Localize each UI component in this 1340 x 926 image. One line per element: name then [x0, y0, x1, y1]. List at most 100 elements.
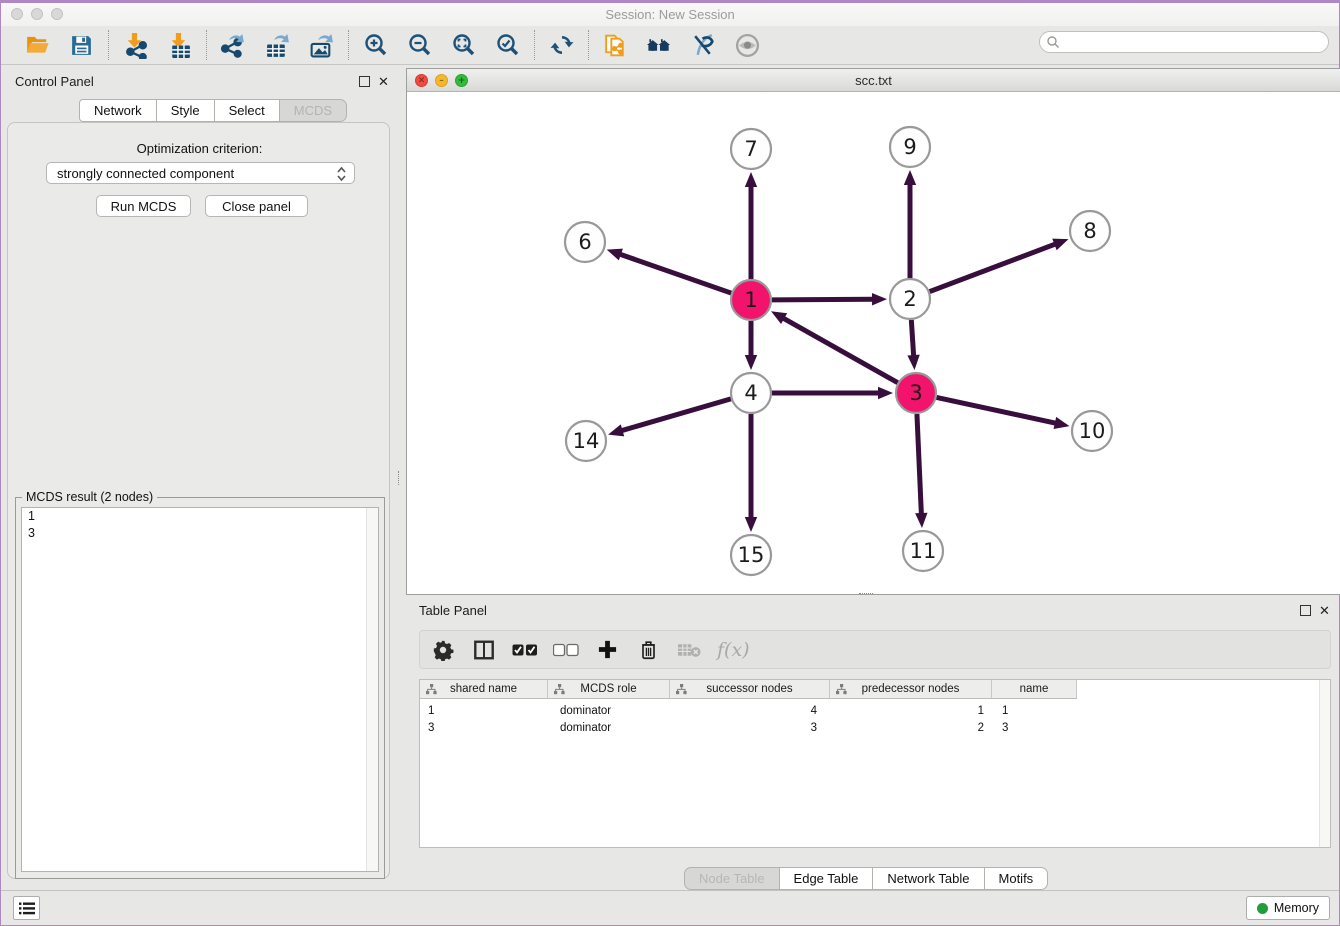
graph-edge-arrowhead	[745, 355, 757, 370]
cell-shared-name[interactable]: 3	[420, 719, 548, 736]
mcds-result-line: 1	[22, 508, 378, 525]
graph-edge-2-8[interactable]	[930, 244, 1057, 292]
save-session-icon[interactable]	[68, 32, 95, 59]
zoom-fit-icon[interactable]	[450, 32, 477, 59]
column-label: predecessor nodes	[862, 683, 960, 695]
table-panel-tabs: Node Table Edge Table Network Table Moti…	[684, 867, 1048, 890]
control-panel-float-icon[interactable]	[359, 76, 370, 87]
clone-network-icon[interactable]	[602, 32, 629, 59]
cell-successor-nodes[interactable]: 4	[670, 702, 830, 719]
add-column-icon[interactable]	[594, 637, 620, 663]
column-header-successor-nodes[interactable]: successor nodes	[670, 680, 830, 699]
memory-button[interactable]: Memory	[1246, 896, 1330, 920]
task-history-button[interactable]	[13, 896, 40, 920]
mcds-result-line: 3	[22, 525, 378, 542]
graph-edge-2-3[interactable]	[911, 320, 913, 357]
node-table: shared name MCDS role successor nodes pr…	[419, 679, 1331, 848]
graph-node-label: 7	[744, 137, 757, 161]
tab-motifs[interactable]: Motifs	[985, 867, 1049, 890]
mcds-result-title: MCDS result (2 nodes)	[22, 490, 157, 504]
column-header-shared-name[interactable]: shared name	[420, 680, 548, 699]
network-window-title: scc.txt	[407, 73, 1340, 88]
graph-edge-3-11[interactable]	[917, 414, 921, 515]
zoom-out-icon[interactable]	[406, 32, 433, 59]
close-panel-button[interactable]: Close panel	[205, 195, 308, 217]
graph-edge-arrowhead	[904, 170, 916, 185]
graph-edge-arrowhead	[872, 293, 887, 305]
control-panel-close-icon[interactable]: ✕	[378, 74, 389, 90]
table-panel-close-icon[interactable]: ✕	[1319, 603, 1330, 619]
graph-edge-arrowhead	[745, 517, 757, 532]
tree-icon	[836, 684, 847, 698]
table-panel-float-icon[interactable]	[1300, 605, 1311, 616]
vertical-splitter[interactable]	[398, 471, 401, 485]
tree-icon	[554, 684, 565, 698]
result-scrollbar[interactable]	[366, 508, 378, 871]
graph-edge-4-14[interactable]	[621, 399, 731, 431]
column-header-predecessor-nodes[interactable]: predecessor nodes	[830, 680, 992, 699]
table-settings-icon[interactable]	[430, 637, 456, 663]
tab-style[interactable]: Style	[157, 99, 215, 122]
home-networks-icon[interactable]	[646, 32, 673, 59]
cell-mcds-role[interactable]: dominator	[548, 719, 670, 736]
open-session-icon[interactable]	[24, 32, 51, 59]
zoom-selected-icon[interactable]	[494, 32, 521, 59]
column-header-mcds-role[interactable]: MCDS role	[548, 680, 670, 699]
cell-mcds-role[interactable]: dominator	[548, 702, 670, 719]
graphics-details-icon[interactable]	[690, 32, 717, 59]
graph-edge-3-1[interactable]	[782, 318, 897, 383]
tab-edge-table[interactable]: Edge Table	[780, 867, 874, 890]
column-visibility-icon[interactable]	[471, 637, 497, 663]
network-graph[interactable]: 1234678910111415	[407, 92, 1340, 594]
mcds-result-box: MCDS result (2 nodes) 1 3	[15, 497, 385, 879]
export-image-icon[interactable]	[308, 32, 335, 59]
application-window: Session: New Session	[0, 0, 1340, 926]
tab-select[interactable]: Select	[215, 99, 280, 122]
tab-network-table[interactable]: Network Table	[873, 867, 984, 890]
cell-shared-name[interactable]: 1	[420, 702, 548, 719]
optimization-criterion-select[interactable]: strongly connected component	[46, 162, 355, 184]
horizontal-splitter[interactable]	[859, 593, 873, 596]
cell-name[interactable]: 1	[992, 702, 1077, 719]
cell-name[interactable]: 3	[992, 719, 1077, 736]
tab-mcds[interactable]: MCDS	[280, 99, 347, 122]
graph-node-label: 8	[1083, 219, 1096, 243]
cell-predecessor-nodes[interactable]: 2	[830, 719, 992, 736]
column-label: name	[1020, 683, 1049, 695]
graph-edge-arrowhead	[607, 249, 623, 261]
graph-node-label: 11	[910, 539, 937, 563]
graph-node-label: 1	[744, 288, 757, 312]
search-input[interactable]	[1060, 34, 1328, 50]
column-label: MCDS role	[580, 683, 636, 695]
tab-network[interactable]: Network	[79, 99, 157, 122]
cell-predecessor-nodes[interactable]: 1	[830, 702, 992, 719]
graph-edge-1-2[interactable]	[772, 299, 874, 300]
table-row[interactable]: 3 dominator 3 2 3	[420, 719, 1077, 736]
memory-status-icon	[1257, 903, 1268, 914]
cell-successor-nodes[interactable]: 3	[670, 719, 830, 736]
select-all-icon[interactable]	[512, 637, 538, 663]
mcds-result-area[interactable]: 1 3	[21, 507, 379, 872]
run-mcds-button[interactable]: Run MCDS	[96, 195, 191, 217]
graph-edge-arrowhead	[878, 387, 893, 399]
export-network-icon[interactable]	[220, 32, 247, 59]
graph-node-label: 4	[744, 381, 757, 405]
zoom-in-icon[interactable]	[362, 32, 389, 59]
tab-node-table[interactable]: Node Table	[684, 867, 780, 890]
import-network-icon[interactable]	[122, 32, 149, 59]
export-table-icon[interactable]	[264, 32, 291, 59]
selected-criterion: strongly connected component	[57, 166, 234, 181]
table-scrollbar[interactable]	[1319, 680, 1330, 847]
import-table-icon[interactable]	[166, 32, 193, 59]
graph-edge-1-6[interactable]	[619, 254, 731, 293]
graph-edge-arrowhead	[608, 424, 624, 436]
status-bar: Memory	[1, 890, 1339, 925]
column-header-name[interactable]: name	[992, 680, 1077, 699]
apply-layout-icon[interactable]	[548, 32, 575, 59]
graph-edge-arrowhead	[745, 172, 757, 187]
delete-column-icon[interactable]	[635, 637, 661, 663]
deselect-all-icon[interactable]	[553, 637, 579, 663]
preview-eye-icon[interactable]	[734, 32, 761, 59]
table-row[interactable]: 1 dominator 4 1 1	[420, 702, 1077, 719]
graph-edge-3-10[interactable]	[937, 397, 1057, 423]
